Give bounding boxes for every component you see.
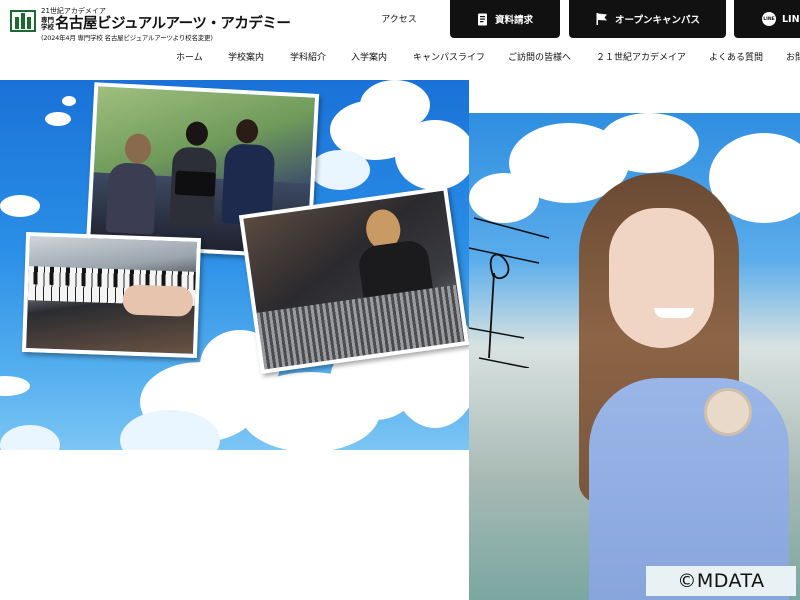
- document-icon: [477, 13, 489, 26]
- line-label: LIN: [782, 13, 800, 25]
- copyright-watermark: ©MDATA: [646, 566, 796, 596]
- nav-home[interactable]: ホーム: [176, 50, 203, 63]
- cloud-shape: [45, 112, 71, 126]
- school-logo[interactable]: 21世紀アカデメイア 専門 学校 名古屋ビジュアルアーツ・アカデミー (2024…: [10, 7, 291, 42]
- logo-text: 21世紀アカデメイア 専門 学校 名古屋ビジュアルアーツ・アカデミー (2024…: [41, 7, 291, 42]
- site-header: 21世紀アカデメイア 専門 学校 名古屋ビジュアルアーツ・アカデミー (2024…: [0, 0, 800, 80]
- nav-contact[interactable]: お問: [786, 50, 800, 63]
- open-campus-button[interactable]: オープンキャンパス: [569, 0, 726, 38]
- hero-collage: [0, 80, 469, 450]
- nav-faq[interactable]: よくある質問: [709, 50, 763, 63]
- logo-prefix: 専門 学校: [41, 16, 54, 32]
- access-link[interactable]: アクセス: [366, 12, 432, 28]
- logo-mark-icon: [10, 10, 36, 32]
- request-brochure-button[interactable]: 資料請求: [450, 0, 560, 38]
- studio-mixing-photo: [238, 186, 469, 374]
- nav-school-guide[interactable]: 学校案内: [228, 50, 264, 63]
- cloud-shape: [0, 425, 60, 450]
- logo-tagline: 21世紀アカデメイア: [41, 7, 106, 15]
- cloud-shape: [0, 376, 30, 396]
- logo-school-name: 名古屋ビジュアルアーツ・アカデミー: [55, 16, 291, 32]
- logo-name-change-note: (2024年4月 専門学校 名古屋ビジュアルアーツより校名変更): [41, 33, 213, 42]
- cloud-shape: [0, 195, 40, 217]
- headphones-icon: [704, 388, 752, 436]
- nav-21st-century-academeia[interactable]: ２１世紀アカデメイア: [596, 50, 686, 63]
- portrait-smile: [654, 308, 694, 318]
- line-button[interactable]: LINE LIN: [734, 0, 800, 38]
- request-brochure-label: 資料請求: [494, 15, 533, 26]
- portrait-face: [609, 208, 714, 348]
- global-navigation: ホーム 学校案内 学科紹介 入学案内 キャンパスライフ ご訪問の皆様へ ２１世紀…: [0, 50, 800, 68]
- cloud-shape: [310, 150, 370, 190]
- piano-photo: [21, 231, 202, 359]
- cloud-shape: [599, 113, 699, 173]
- flag-icon: [595, 12, 609, 26]
- nav-admissions[interactable]: 入学案内: [351, 50, 387, 63]
- nav-departments[interactable]: 学科紹介: [290, 50, 326, 63]
- line-badge-text: LINE: [762, 12, 776, 26]
- cloud-shape: [62, 96, 76, 106]
- nav-visitors[interactable]: ご訪問の皆様へ: [508, 50, 571, 63]
- cloud-shape: [395, 120, 469, 190]
- nav-campus-life[interactable]: キャンパスライフ: [413, 50, 485, 63]
- open-campus-label: オープンキャンパス: [615, 15, 700, 26]
- sketch-lines-decoration: [469, 217, 550, 368]
- line-app-icon: LINE: [762, 12, 776, 26]
- hero-portrait-banner[interactable]: [469, 113, 800, 600]
